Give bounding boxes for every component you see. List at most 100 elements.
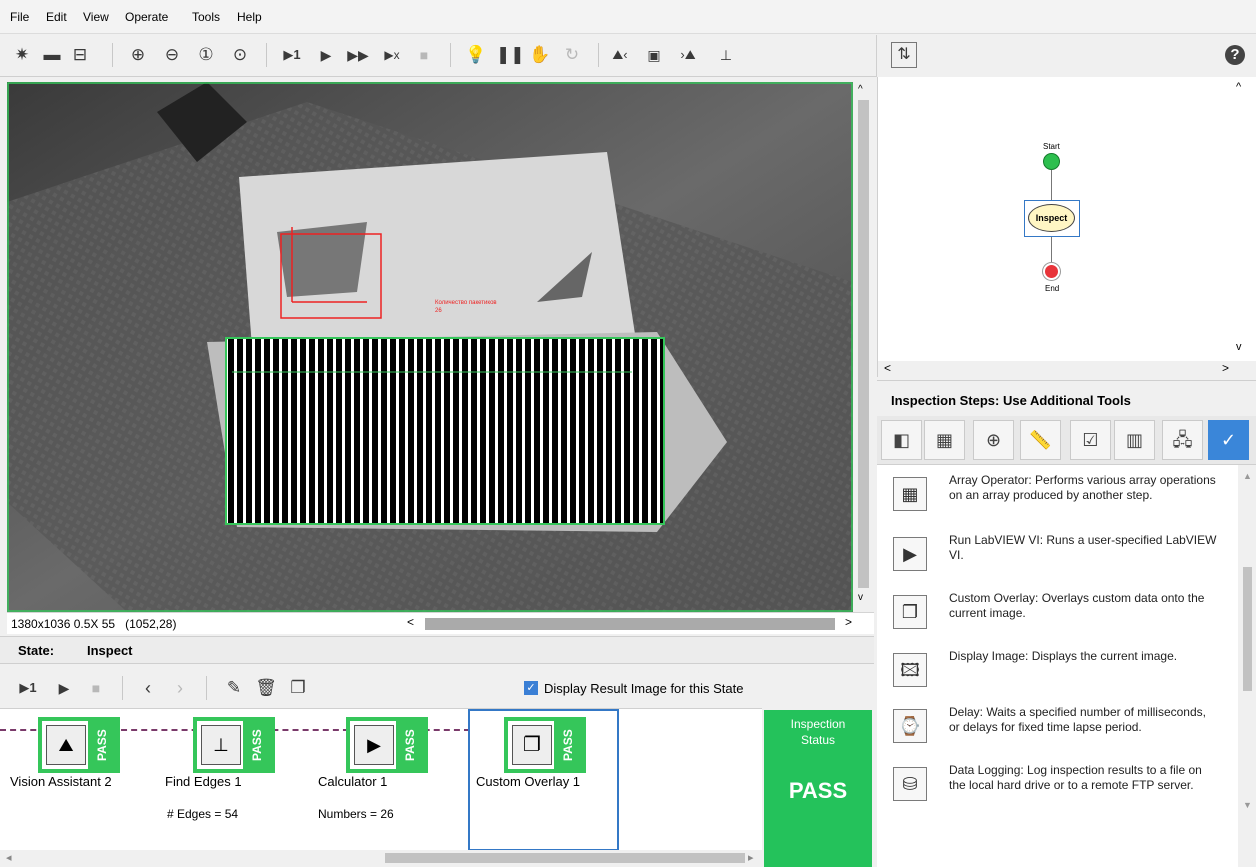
toolbar-separator: [122, 676, 123, 700]
scroll-down-icon[interactable]: v: [858, 592, 863, 603]
zoom-in-icon[interactable]: ⊕: [126, 43, 150, 67]
tool-array-operator[interactable]: ▦ Array Operator: Performs various array…: [877, 473, 1237, 529]
menu-tools[interactable]: Tools: [192, 10, 220, 24]
tool-list: ▦ Array Operator: Performs various array…: [877, 464, 1256, 867]
check-tab-icon[interactable]: ☑: [1070, 420, 1111, 460]
menu-edit[interactable]: Edit: [46, 10, 67, 24]
scroll-left-icon[interactable]: <: [884, 361, 891, 375]
image-display[interactable]: Количество пакетиков 26: [7, 82, 853, 612]
tool-custom-overlay[interactable]: ❐ Custom Overlay: Overlays custom data o…: [877, 591, 1237, 635]
pause-icon[interactable]: ❚❚: [496, 43, 525, 67]
toolbar-separator: [266, 43, 267, 67]
delay-icon: ⌚: [893, 709, 927, 743]
scroll-thumb[interactable]: [385, 853, 745, 863]
zoom-out-icon[interactable]: ⊖: [160, 43, 184, 67]
barcode-tab-icon[interactable]: ▥: [1114, 420, 1155, 460]
scroll-left-icon[interactable]: ◂: [6, 851, 12, 864]
locate-tab-icon[interactable]: ⊕: [973, 420, 1014, 460]
flow-end-node[interactable]: [1043, 263, 1060, 280]
tool-delay[interactable]: ⌚ Delay: Waits a specified number of mil…: [877, 705, 1237, 757]
array-operator-icon: ▦: [893, 477, 927, 511]
flow-inspect-node[interactable]: Inspect: [1028, 204, 1075, 232]
image-vertical-scrollbar[interactable]: ^ v: [853, 82, 874, 612]
communicate-tab-icon[interactable]: 🖧: [1162, 420, 1203, 460]
scroll-up-icon[interactable]: ▲: [1243, 471, 1252, 481]
stop-icon[interactable]: ■: [412, 43, 436, 67]
run-icon[interactable]: ▶: [314, 43, 338, 67]
step-icon[interactable]: ⊥ PASS: [193, 717, 275, 773]
flow-horizontal-scrollbar[interactable]: < >: [878, 361, 1256, 377]
new-icon[interactable]: ✷: [10, 43, 34, 67]
tool-list-scrollbar[interactable]: ▲ ▼: [1238, 465, 1256, 867]
chart-icon[interactable]: ⊥: [714, 43, 738, 67]
next-image-icon[interactable]: ›⛰: [676, 43, 700, 67]
step-result: # Edges = 54: [167, 807, 239, 821]
edit-step-icon[interactable]: ✎: [222, 676, 246, 700]
overlay-step-icon[interactable]: ❐: [286, 676, 310, 700]
right-toolbar: ⇅ ?: [876, 35, 1256, 77]
menu-file[interactable]: File: [10, 10, 29, 24]
zoom-1to1-icon[interactable]: ①: [194, 43, 218, 67]
step-prev-icon[interactable]: ‹: [136, 676, 160, 700]
step-calculator[interactable]: ▶ PASS Calculator 1 Numbers = 26: [308, 709, 458, 851]
scroll-right-icon[interactable]: >: [845, 615, 852, 629]
zoom-fit-icon[interactable]: ⊙: [228, 43, 252, 67]
flow-start-node[interactable]: [1043, 153, 1060, 170]
enhance-tab-icon[interactable]: ▦: [924, 420, 965, 460]
light-icon[interactable]: 💡: [464, 43, 488, 67]
custom-overlay-icon: ❐: [512, 725, 552, 765]
scroll-down-icon[interactable]: v: [1236, 341, 1242, 353]
vision-assistant-icon: ⛰: [46, 725, 86, 765]
scroll-up-icon[interactable]: ^: [858, 84, 863, 95]
scroll-right-icon[interactable]: ▸: [748, 851, 754, 864]
image-icon[interactable]: ▣: [642, 43, 666, 67]
flow-start-label: Start: [1043, 142, 1060, 151]
prev-image-icon[interactable]: ⛰‹: [608, 43, 632, 67]
run-continuous-icon[interactable]: ▶▶: [346, 43, 370, 67]
run-icon[interactable]: ▶: [52, 676, 76, 700]
menu-help[interactable]: Help: [237, 10, 262, 24]
hand-icon[interactable]: ✋: [528, 43, 552, 67]
image-horizontal-scrollbar[interactable]: < >: [407, 615, 857, 632]
tool-data-logging[interactable]: ⛁ Data Logging: Log inspection results t…: [877, 763, 1237, 815]
save-icon[interactable]: ⊟: [68, 43, 92, 67]
delete-step-icon[interactable]: 🗑: [254, 676, 278, 700]
step-icon[interactable]: ❐ PASS: [504, 717, 586, 773]
step-find-edges[interactable]: ⊥ PASS Find Edges 1 # Edges = 54: [155, 709, 305, 851]
run-once-icon[interactable]: ▶1: [16, 676, 40, 700]
tool-display-image[interactable]: 🖾 Display Image: Displays the current im…: [877, 649, 1237, 693]
step-vision-assistant[interactable]: ⛰ PASS Vision Assistant 2: [0, 709, 150, 851]
additional-tools-tab-icon[interactable]: ✓: [1208, 420, 1249, 460]
step-next-icon[interactable]: ›: [168, 676, 192, 700]
menu-view[interactable]: View: [83, 10, 109, 24]
scroll-right-icon[interactable]: >: [1222, 361, 1229, 375]
scroll-down-icon[interactable]: ▼: [1243, 800, 1252, 810]
display-result-checkbox[interactable]: ✓: [524, 681, 538, 695]
measure-tab-icon[interactable]: ◧: [881, 420, 922, 460]
scroll-thumb[interactable]: [858, 100, 869, 588]
step-icon[interactable]: ▶ PASS: [346, 717, 428, 773]
inspection-status-value: PASS: [788, 778, 848, 803]
tool-run-labview-vi[interactable]: ▶ Run LabVIEW VI: Runs a user-specified …: [877, 533, 1237, 583]
stop-icon[interactable]: ■: [84, 676, 108, 700]
flow-edit-icon[interactable]: ⇅: [891, 42, 917, 68]
reload-icon[interactable]: ↻: [560, 43, 584, 67]
scroll-thumb[interactable]: [425, 618, 835, 630]
ruler-tab-icon[interactable]: 📏: [1020, 420, 1061, 460]
run-once-icon[interactable]: ▶1: [280, 43, 304, 67]
image-info: 1380x1036 0.5X 55 (1052,28): [11, 617, 177, 631]
state-bar: State: Inspect: [0, 636, 874, 664]
menu-operate[interactable]: Operate: [125, 10, 168, 24]
overlay-text-value: 26: [435, 308, 442, 314]
scroll-thumb[interactable]: [1243, 567, 1252, 691]
steps-horizontal-scrollbar[interactable]: ◂ ▸: [0, 850, 762, 867]
help-icon[interactable]: ?: [1225, 45, 1245, 65]
flow-inspect-node-frame[interactable]: Inspect: [1024, 200, 1080, 237]
open-icon[interactable]: ▬: [40, 43, 64, 67]
run-stop-after-icon[interactable]: ▶x: [380, 43, 404, 67]
scroll-up-icon[interactable]: ^: [1236, 81, 1241, 93]
scroll-left-icon[interactable]: <: [407, 615, 414, 629]
step-custom-overlay[interactable]: ❐ PASS Custom Overlay 1: [468, 709, 619, 851]
step-label: Vision Assistant 2: [10, 774, 112, 789]
step-icon[interactable]: ⛰ PASS: [38, 717, 120, 773]
